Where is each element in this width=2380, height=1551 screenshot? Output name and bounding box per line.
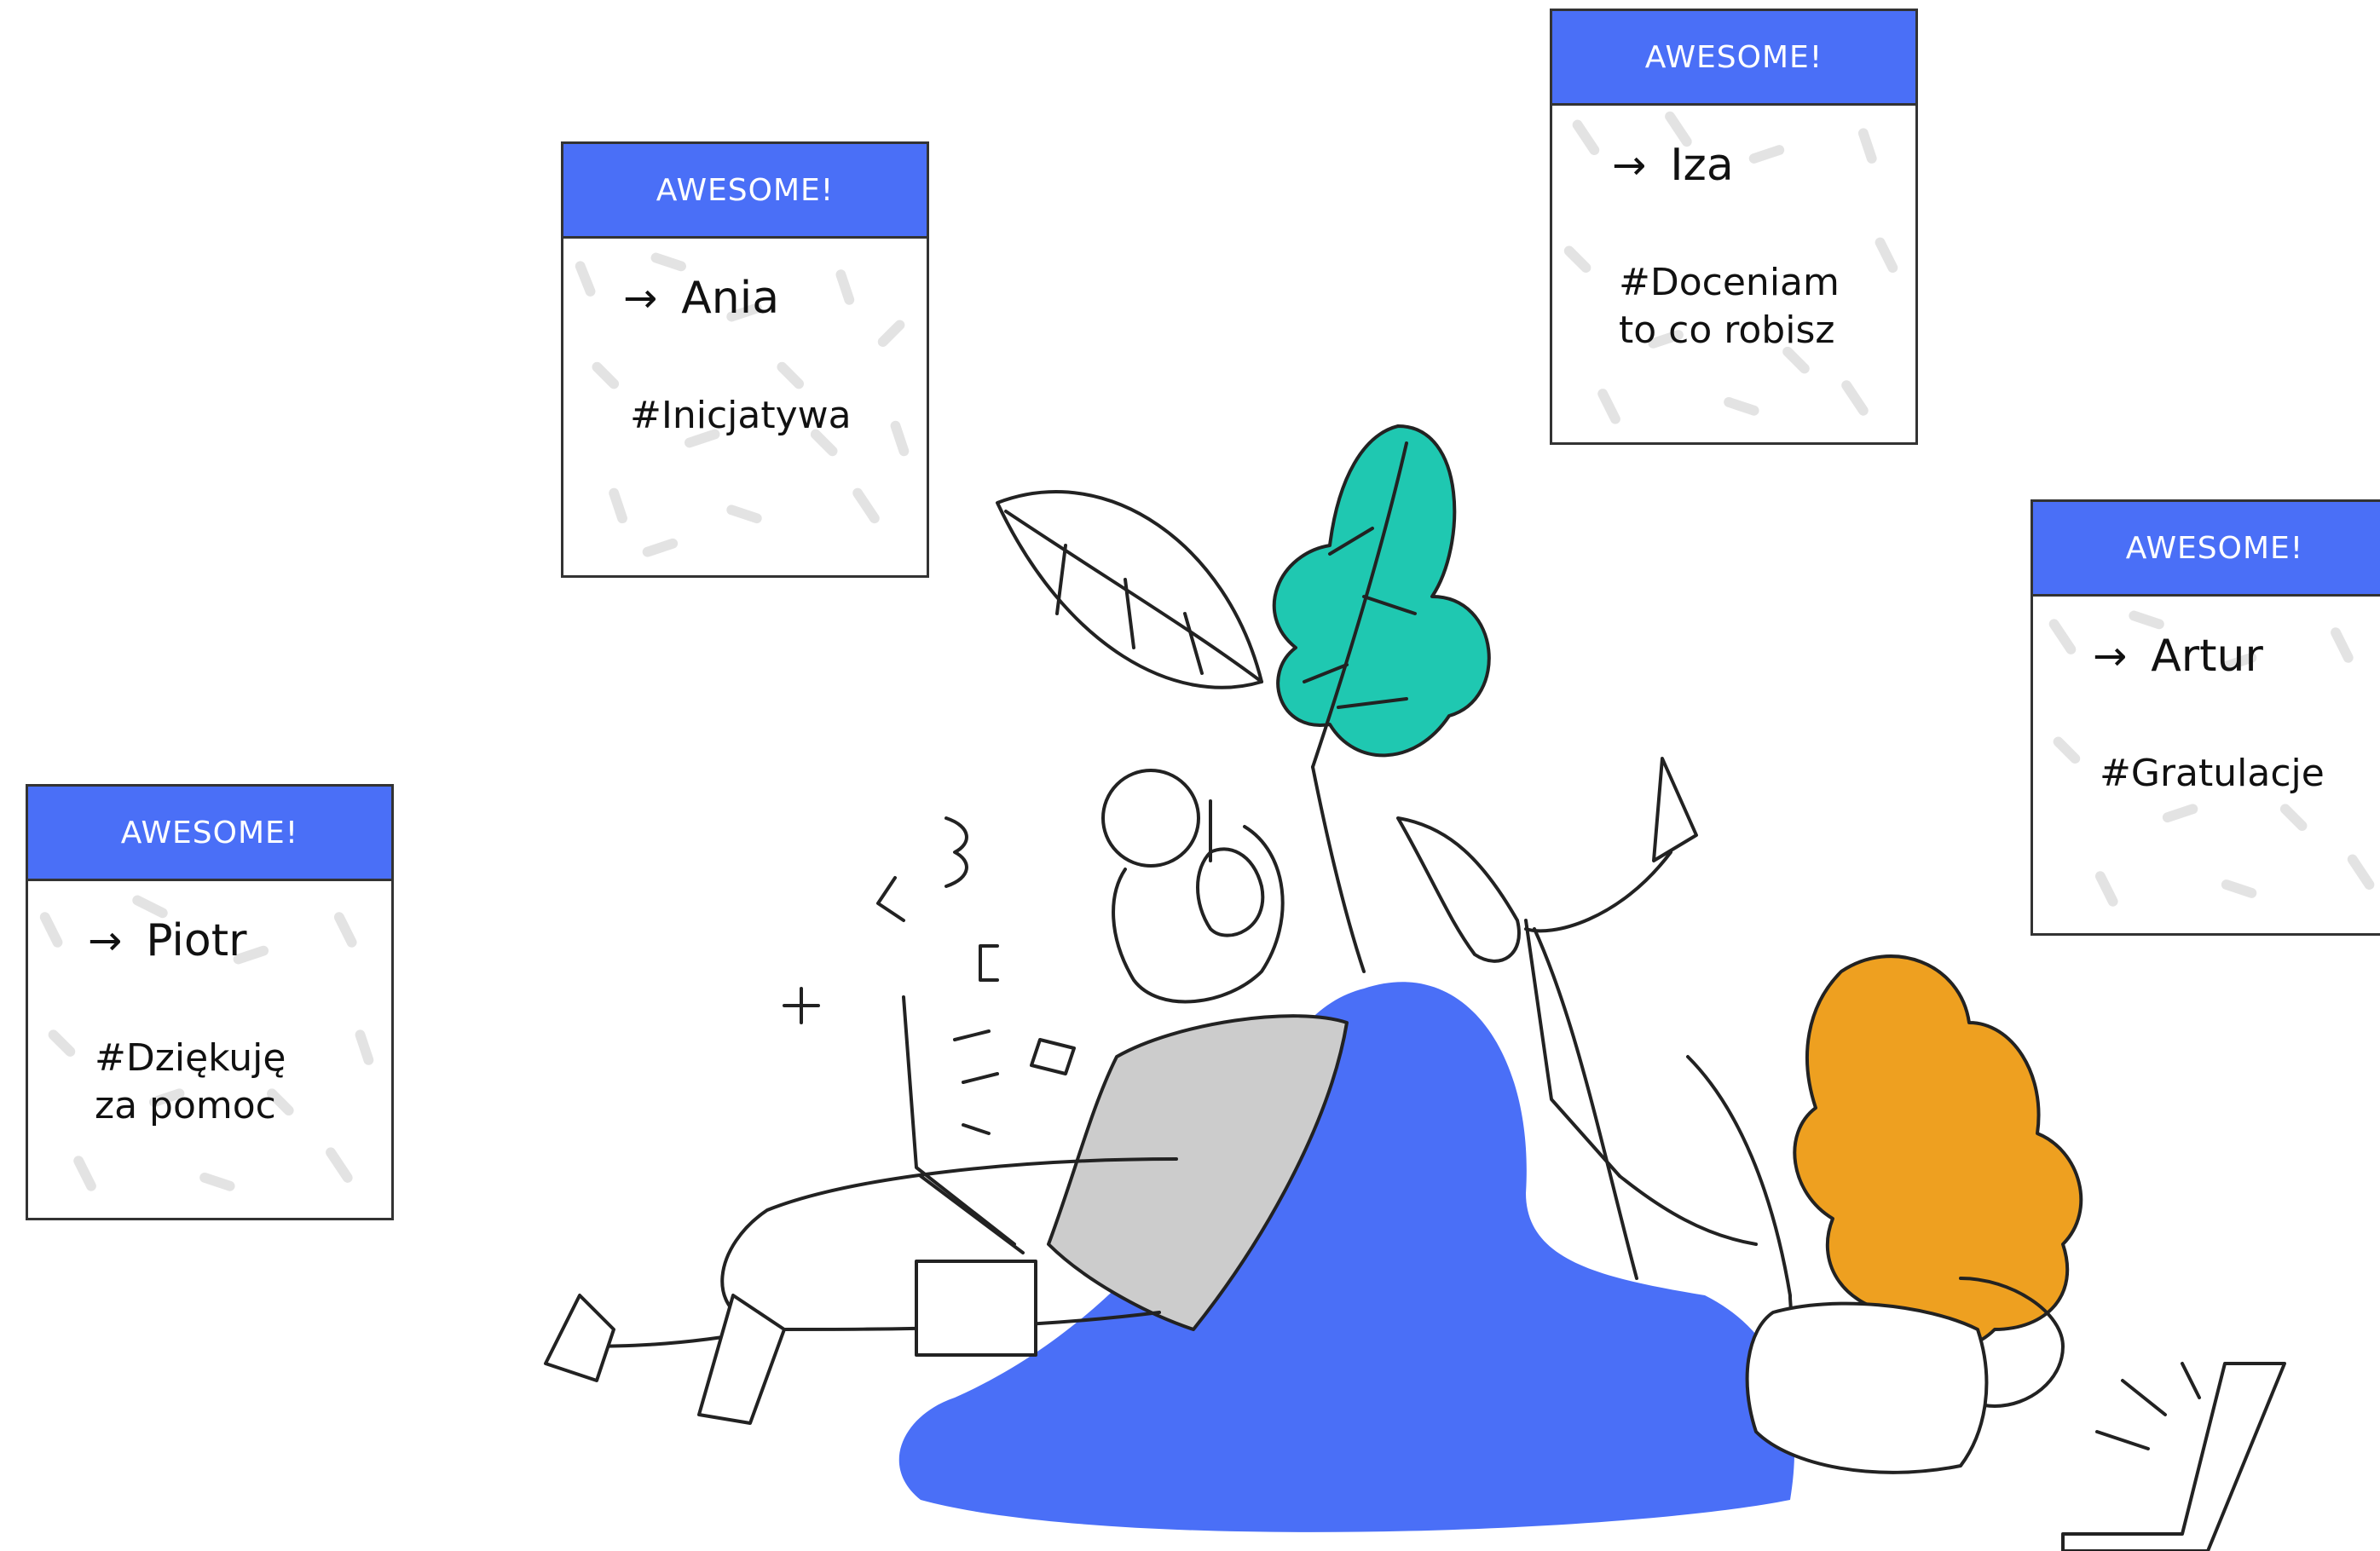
card-header: AWESOME! [28, 787, 391, 881]
card-recipient: → Piotr [88, 915, 246, 966]
card-header: AWESOME! [563, 144, 927, 239]
laptop [902, 995, 1016, 1246]
arrow-icon: → [1612, 141, 1647, 189]
people-on-beanbag-illustration [544, 424, 2286, 1551]
recipient-name: Piotr [146, 915, 247, 966]
recipient-name: Ania [681, 273, 780, 324]
teal-leaf [1272, 424, 1491, 758]
card-hashtag: #Doceniam to co robisz [1619, 261, 1840, 352]
arrow-icon: → [623, 274, 658, 322]
kudos-card-iza: AWESOME! → Iza #Doceniam to co robisz [1550, 9, 1918, 445]
card-hashtag: #Dziękuję za pomoc [95, 1036, 286, 1127]
card-body: → Piotr #Dziękuję za pomoc [28, 881, 391, 1218]
card-recipient: → Ania [623, 273, 779, 324]
card-recipient: → Iza [1612, 140, 1734, 191]
card-header: AWESOME! [1552, 11, 1915, 106]
white-leaf [996, 490, 1263, 689]
laptop-right [2061, 1362, 2286, 1551]
card-body: → Iza #Doceniam to co robisz [1552, 106, 1915, 442]
recipient-name: Iza [1670, 140, 1734, 191]
hair [1793, 954, 2083, 1350]
kudos-card-piotr: AWESOME! → Piotr #Dziękuję za pomoc [26, 784, 394, 1220]
arrow-icon: → [88, 917, 123, 965]
